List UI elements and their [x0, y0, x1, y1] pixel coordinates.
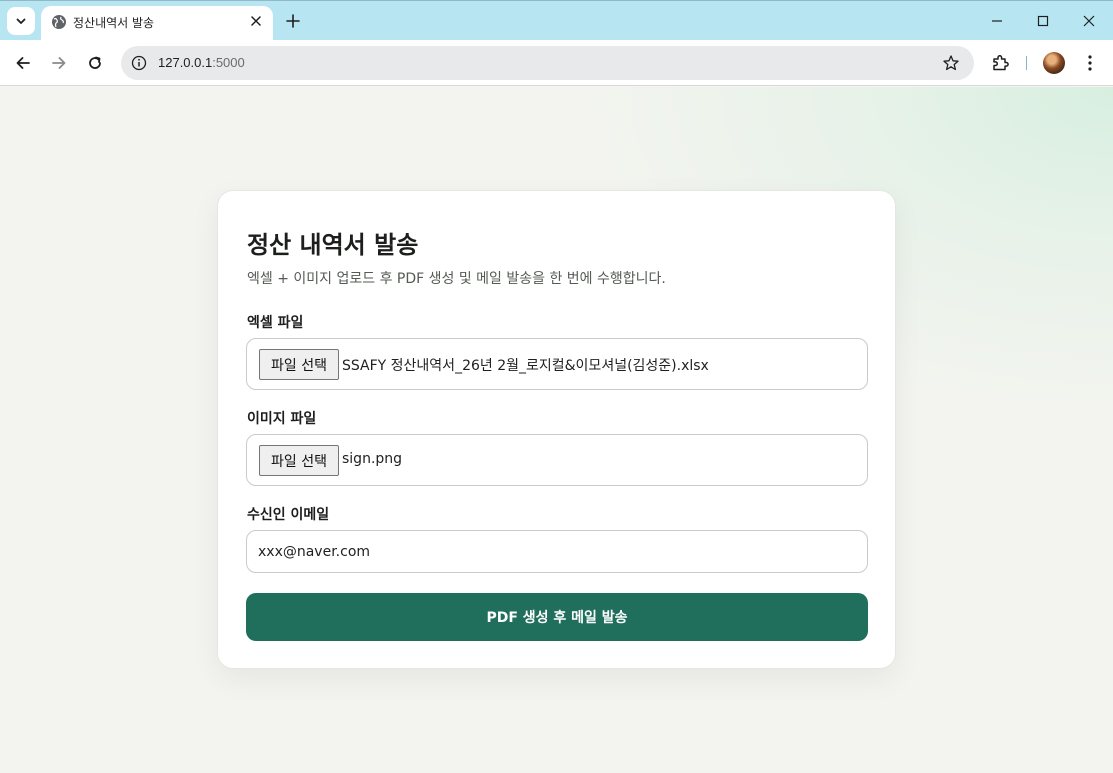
- page-viewport: 정산 내역서 발송 엑셀 + 이미지 업로드 후 PDF 생성 및 메일 발송을…: [0, 87, 1113, 773]
- browser-menu-button[interactable]: [1080, 52, 1100, 74]
- maximize-icon: [1037, 15, 1049, 27]
- minimize-icon: [992, 20, 1002, 22]
- browser-tab[interactable]: 정산내역서 발송: [41, 6, 273, 41]
- extensions-puzzle-icon[interactable]: [990, 53, 1010, 73]
- address-bar[interactable]: 127.0.0.1:5000: [121, 46, 974, 80]
- generate-pdf-send-mail-button[interactable]: PDF 생성 후 메일 발송: [246, 593, 868, 641]
- info-icon[interactable]: [131, 55, 147, 71]
- arrow-right-icon: [52, 57, 66, 69]
- reload-icon: [89, 56, 101, 69]
- bookmark-star-icon[interactable]: [942, 54, 960, 72]
- maximize-button[interactable]: [1031, 9, 1055, 33]
- image-file-name: sign.png: [342, 451, 403, 467]
- chevron-down-icon: [16, 18, 26, 24]
- tab-search-button[interactable]: [7, 7, 35, 35]
- reload-button[interactable]: [84, 52, 106, 74]
- window-close-button[interactable]: [1077, 9, 1101, 33]
- excel-file-choose-button[interactable]: 파일 선택: [259, 349, 339, 380]
- new-tab-plus-icon[interactable]: [283, 11, 303, 31]
- image-file-label: 이미지 파일: [247, 411, 317, 427]
- excel-file-label: 엑셀 파일: [247, 315, 304, 331]
- close-icon[interactable]: [248, 13, 264, 29]
- profile-avatar[interactable]: [1043, 52, 1065, 74]
- forward-button[interactable]: [48, 52, 70, 74]
- browser-tab-strip: 정산내역서 발송: [0, 0, 1113, 41]
- tab-title: 정산내역서 발송: [73, 16, 155, 30]
- excel-file-name: SSAFY 정산내역서_26년 2월_로지컬&이모셔널(김성준).xlsx: [342, 358, 709, 374]
- page-title: 정산 내역서 발송: [247, 231, 419, 259]
- recipient-email-label: 수신인 이메일: [247, 507, 330, 523]
- window-close-icon: [1083, 15, 1095, 27]
- url-text: 127.0.0.1:5000: [158, 55, 245, 70]
- globe-icon: [52, 15, 66, 29]
- recipient-email-field[interactable]: [246, 530, 868, 573]
- page-description: 엑셀 + 이미지 업로드 후 PDF 생성 및 메일 발송을 한 번에 수행합니…: [247, 271, 666, 287]
- arrow-left-icon: [16, 57, 30, 69]
- form-card: 정산 내역서 발송 엑셀 + 이미지 업로드 후 PDF 생성 및 메일 발송을…: [217, 190, 896, 669]
- back-button[interactable]: [12, 52, 34, 74]
- browser-toolbar: 127.0.0.1:5000: [0, 40, 1113, 86]
- url-host: 127.0.0.1: [158, 55, 213, 70]
- toolbar-divider: [1026, 56, 1027, 70]
- minimize-button[interactable]: [985, 9, 1009, 33]
- more-vertical-icon: [1088, 55, 1092, 71]
- image-file-input[interactable]: 파일 선택 sign.png: [246, 434, 868, 486]
- image-file-choose-button[interactable]: 파일 선택: [259, 445, 339, 476]
- excel-file-input[interactable]: 파일 선택 SSAFY 정산내역서_26년 2월_로지컬&이모셔널(김성준).x…: [246, 338, 868, 390]
- url-port: :5000: [212, 55, 245, 70]
